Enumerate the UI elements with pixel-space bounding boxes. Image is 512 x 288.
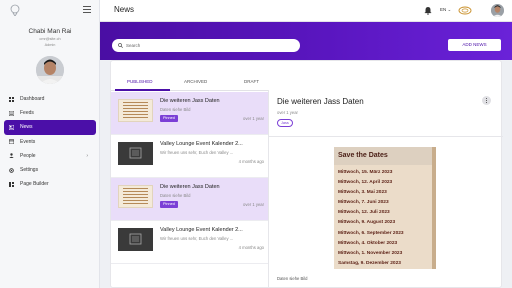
news-title: Die weiteren Jass Daten	[160, 184, 220, 190]
sidebar-item-news[interactable]: News	[4, 120, 96, 135]
brand-logo-icon	[458, 6, 472, 15]
news-thumbnail	[118, 228, 153, 251]
sidebar: Chabi Man Rai cmr@site.ch Admin Dashboar…	[0, 0, 100, 288]
sidebar-item-feeds[interactable]: Feeds	[4, 106, 96, 120]
poster-date: Mittwoch, 9. August 2023	[338, 220, 396, 226]
people-icon	[9, 153, 14, 159]
list-item[interactable]: Die weiteren Jass Daten Daten siehe Bild…	[111, 178, 268, 221]
news-subtitle: Daten siehe Bild	[160, 107, 191, 112]
news-image: Save the Dates Mittwoch, 15. März 2023 M…	[334, 147, 436, 269]
news-time: 4 months ago	[238, 245, 264, 250]
sidebar-item-label: Events	[20, 138, 36, 145]
page-title: News	[114, 5, 135, 14]
tab-draft[interactable]: DRAFT	[244, 79, 259, 84]
sidebar-item-label: News	[20, 124, 33, 131]
list-item[interactable]: Valley Lounge Event Kalender 2... Wir fr…	[111, 135, 268, 178]
status-tabs: PUBLISHED ARCHIVED DRAFT	[111, 74, 268, 91]
bell-icon[interactable]	[424, 6, 432, 15]
news-thumbnail	[118, 142, 153, 165]
sidebar-item-label: Feeds	[20, 110, 34, 117]
sidebar-item-label: Settings	[20, 167, 39, 174]
tab-archived[interactable]: ARCHIVED	[184, 79, 207, 84]
toolbar-banner: Search ADD NEWS	[100, 22, 512, 60]
pane-divider	[268, 90, 269, 288]
sidebar-item-people[interactable]: People ›	[4, 149, 96, 163]
news-time: over 1 year	[243, 202, 264, 207]
sidebar-menu: Dashboard Feeds News Events People › Set…	[4, 92, 96, 191]
poster-date: Mittwoch, 6. September 2023	[338, 230, 404, 236]
poster-date: Mittwoch, 1. November 2023	[338, 250, 403, 256]
poster-date: Mittwoch, 4. Oktober 2023	[338, 240, 398, 246]
sidebar-item-events[interactable]: Events	[4, 135, 96, 149]
image-placeholder-icon	[129, 147, 142, 159]
detail-caption: Daten siehe Bild	[277, 276, 308, 281]
profile-name: Chabi Man Rai	[28, 28, 72, 35]
news-time: over 1 year	[243, 116, 264, 121]
menu-toggle-icon[interactable]	[83, 6, 91, 13]
news-subtitle: Wir freuen uns sehr, Euch den Valley ...	[160, 236, 234, 241]
sidebar-item-label: Dashboard	[20, 96, 45, 103]
poster-date: Mittwoch, 12. Juli 2023	[338, 210, 390, 216]
language-label: EN	[440, 7, 447, 12]
news-card: PUBLISHED ARCHIVED DRAFT Die weiteren Ja…	[110, 60, 503, 288]
builder-icon	[9, 181, 14, 187]
poster-date-list: Mittwoch, 15. März 2023 Mittwoch, 12. Ap…	[334, 165, 436, 269]
category-chip: Jass	[277, 119, 293, 127]
poster-date: Mittwoch, 7. Juni 2023	[338, 200, 389, 206]
poster-date: Mittwoch, 15. März 2023	[338, 170, 393, 175]
poster-date: Mittwoch, 3. Mai 2023	[338, 190, 387, 196]
poster-date: Mittwoch, 12. April 2023	[338, 180, 393, 186]
feed-icon	[9, 110, 14, 116]
search-input[interactable]: Search	[112, 39, 300, 52]
image-placeholder-icon	[129, 233, 142, 245]
poster-heading: Save the Dates	[334, 147, 436, 165]
top-header: News EN ⌄	[100, 0, 512, 22]
news-subtitle: Wir freuen uns sehr, Euch den Valley ...	[160, 150, 234, 155]
news-icon	[9, 124, 14, 130]
detail-time: over 1 year	[277, 110, 298, 115]
list-item[interactable]: Valley Lounge Event Kalender 2... Wir fr…	[111, 221, 268, 264]
sidebar-item-label: Page Builder	[20, 181, 49, 188]
sidebar-item-page-builder[interactable]: Page Builder	[4, 177, 96, 191]
poster-edge-decoration	[432, 147, 436, 269]
gear-icon	[9, 167, 14, 173]
more-options-icon[interactable]	[482, 96, 491, 105]
news-title: Valley Lounge Event Kalender 2...	[160, 141, 243, 147]
grid-icon	[9, 96, 14, 102]
news-time: 4 months ago	[238, 159, 264, 164]
pinned-badge: Pinned	[160, 201, 178, 208]
pinned-badge: Pinned	[160, 115, 178, 122]
user-avatar[interactable]	[491, 4, 504, 17]
news-title: Valley Lounge Event Kalender 2...	[160, 227, 243, 233]
sidebar-item-settings[interactable]: Settings	[4, 163, 96, 177]
profile-avatar[interactable]	[36, 56, 64, 84]
sidebar-item-dashboard[interactable]: Dashboard	[4, 92, 96, 106]
detail-title: Die weiteren Jass Daten	[277, 97, 364, 106]
detail-divider	[269, 136, 503, 137]
news-thumbnail	[118, 185, 153, 208]
active-tab-indicator	[115, 89, 170, 91]
search-placeholder: Search	[126, 43, 141, 48]
add-news-button[interactable]: ADD NEWS	[448, 39, 501, 51]
chevron-right-icon: ›	[86, 152, 88, 159]
news-title: Die weiteren Jass Daten	[160, 98, 220, 104]
app-logo-icon[interactable]	[9, 4, 21, 16]
tab-published[interactable]: PUBLISHED	[127, 79, 153, 84]
sidebar-header	[0, 0, 99, 22]
news-list: Die weiteren Jass Daten Daten siehe Bild…	[111, 92, 268, 264]
calendar-icon	[9, 139, 14, 145]
chevron-down-icon: ⌄	[447, 7, 452, 12]
list-item[interactable]: Die weiteren Jass Daten Daten siehe Bild…	[111, 92, 268, 135]
profile-role: Admin	[44, 43, 56, 47]
news-thumbnail	[118, 99, 153, 122]
news-subtitle: Daten siehe Bild	[160, 193, 191, 198]
sidebar-item-label: People	[20, 152, 36, 159]
poster-date: Samstag, 9. Dezember 2023	[338, 260, 401, 266]
profile-email: cmr@site.ch	[39, 37, 61, 41]
search-icon	[118, 43, 123, 48]
language-selector[interactable]: EN ⌄	[440, 7, 451, 13]
